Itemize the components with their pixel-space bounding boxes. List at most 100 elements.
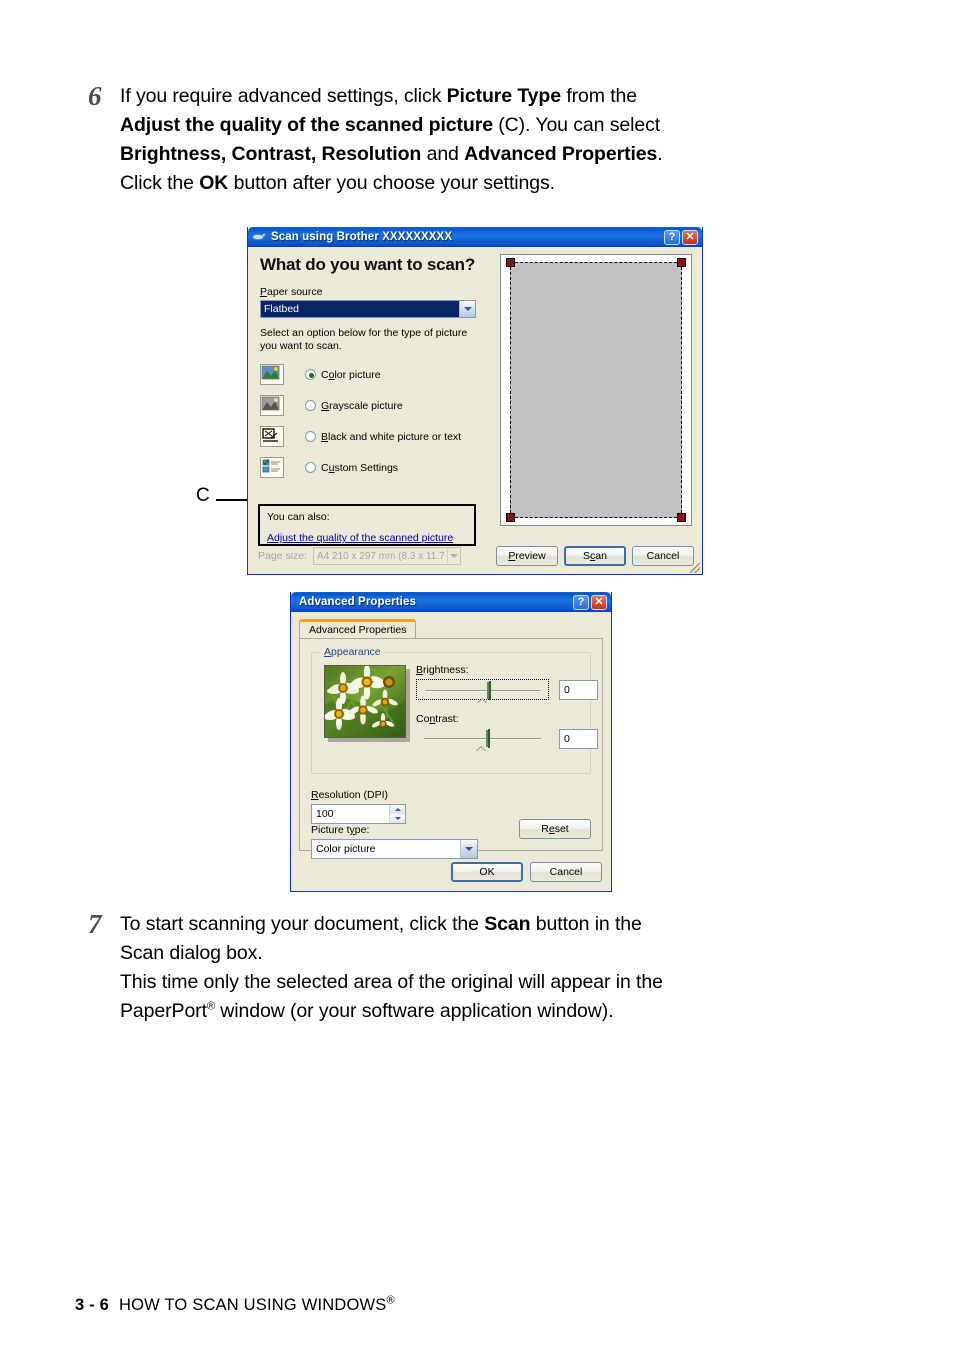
grayscale-picture-thumb-icon xyxy=(260,395,284,416)
scan-selection-area[interactable] xyxy=(506,258,686,522)
spinner-arrows[interactable] xyxy=(389,805,405,823)
paper-source-dropdown[interactable]: Flatbed xyxy=(260,300,476,318)
page-size-label: Page size: xyxy=(258,550,308,562)
close-icon[interactable]: ✕ xyxy=(591,594,607,610)
help-icon[interactable]: ? xyxy=(664,229,680,245)
brightness-row: 0 xyxy=(416,679,598,704)
resize-grip-icon[interactable] xyxy=(690,563,700,573)
brightness-control: Brightness: 0 xyxy=(416,664,598,704)
registered-mark: ® xyxy=(206,1000,215,1013)
paper-source-value: Flatbed xyxy=(261,301,459,317)
picture-type-value: Color picture xyxy=(316,843,376,855)
scan-dialog-titlebar[interactable]: Scan using Brother XXXXXXXXX ? ✕ xyxy=(248,227,702,247)
ok-button[interactable]: OK xyxy=(451,862,523,882)
reset-button[interactable]: Re set xyxy=(519,819,591,839)
selection-handle-top-left[interactable] xyxy=(506,258,515,267)
page-size-dropdown: A4 210 x 297 mm (8.3 x 11.7 inc xyxy=(313,547,462,565)
text-run: PaperPort xyxy=(120,1000,207,1022)
scan-dialog-title: Scan using Brother XXXXXXXXX xyxy=(271,231,453,243)
advanced-properties-window-controls: ? ✕ xyxy=(573,594,607,610)
scan-option-color-picture[interactable]: Color picture xyxy=(260,359,476,390)
step-7-line-3: This time only the selected area of the … xyxy=(120,968,820,997)
spin-down-icon[interactable] xyxy=(390,814,405,823)
scanner-icon xyxy=(252,231,267,244)
preview-button[interactable]: Preview xyxy=(496,546,558,566)
contrast-label: Contrast: xyxy=(416,713,459,725)
reset-button-wrap: Re set xyxy=(519,819,591,839)
cancel-button[interactable]: Cancel xyxy=(632,546,694,566)
scan-preview-pane[interactable] xyxy=(500,254,692,526)
contrast-value-field[interactable]: 0 xyxy=(559,728,598,749)
footer-page-number: 3 - 6 xyxy=(75,1296,110,1314)
text-run: This time only the selected area of the … xyxy=(120,971,663,993)
chevron-down-icon[interactable] xyxy=(459,301,475,317)
step-7-text: To start scanning your document, click t… xyxy=(120,910,820,1026)
selection-handle-bottom-left[interactable] xyxy=(506,513,515,522)
accel-char: P xyxy=(260,286,268,298)
scan-option-label: Custom Settings xyxy=(321,461,399,474)
radio-custom-settings[interactable] xyxy=(305,462,316,473)
picture-type-label: Picture type: xyxy=(311,824,370,836)
step-7-number: 7 xyxy=(88,909,102,939)
brightness-value-field[interactable]: 0 xyxy=(559,679,598,700)
chevron-down-icon[interactable] xyxy=(460,840,477,858)
text-run: If you require advanced settings, click xyxy=(120,85,447,107)
resolution-field-group: Resolution (DPI) 100 xyxy=(311,789,406,824)
close-icon[interactable]: ✕ xyxy=(682,229,698,245)
appearance-group: Appearance Brightness: 0 Contrast: 0 xyxy=(311,646,598,774)
scan-option-label: Color picture xyxy=(321,368,381,381)
scan-option-black-and-white[interactable]: Black and white picture or text xyxy=(260,421,476,452)
contrast-control: Contrast: 0 xyxy=(416,713,598,752)
callout-label-c: C xyxy=(196,485,210,506)
scan-dialog-window-controls: ? ✕ xyxy=(664,229,698,245)
text-run: from the xyxy=(561,85,638,107)
brightness-slider-thumb[interactable] xyxy=(477,681,491,704)
contrast-slider[interactable] xyxy=(416,728,549,752)
step-7-line-4: PaperPort® window (or your software appl… xyxy=(120,997,820,1026)
step-6: 6 If you require advanced settings, clic… xyxy=(88,82,820,198)
contrast-slider-thumb[interactable] xyxy=(476,729,490,752)
radio-black-and-white[interactable] xyxy=(305,431,316,442)
help-icon[interactable]: ? xyxy=(573,594,589,610)
step-6-number: 6 xyxy=(88,81,102,111)
radio-grayscale-picture[interactable] xyxy=(305,400,316,411)
picture-type-dropdown[interactable]: Color picture xyxy=(311,839,478,859)
scan-instruction-text: Select an option below for the type of p… xyxy=(260,327,468,352)
step-7-line-2: Scan dialog box. xyxy=(120,939,820,968)
resolution-spinner[interactable]: 100 xyxy=(311,804,406,824)
color-picture-thumb-icon xyxy=(260,364,284,385)
scan-option-custom-settings[interactable]: Custom Settings xyxy=(260,452,476,483)
resolution-value: 100 xyxy=(316,808,334,820)
footer-title: HOW TO SCAN USING WINDOWS xyxy=(119,1296,387,1314)
scan-dialog-heading: What do you want to scan? xyxy=(260,255,476,274)
advanced-properties-titlebar[interactable]: Advanced Properties ? ✕ xyxy=(291,592,611,612)
radio-color-picture[interactable] xyxy=(305,369,316,380)
scan-option-label: Grayscale picture xyxy=(321,399,403,412)
text-run-bold: Brightness, Contrast, Resolution xyxy=(120,143,422,165)
spin-up-icon[interactable] xyxy=(390,805,405,814)
text-run: button in the xyxy=(530,913,642,935)
advanced-properties-tabpage: Appearance Brightness: 0 Contrast: 0 Res… xyxy=(299,638,603,859)
step-6-text: If you require advanced settings, click … xyxy=(120,82,820,198)
step-6-line-4: Click the OK button after you choose you… xyxy=(120,169,820,198)
custom-settings-thumb-icon xyxy=(260,457,284,478)
advanced-properties-title: Advanced Properties xyxy=(299,596,416,608)
text-run: Scan dialog box. xyxy=(120,942,263,964)
selection-handle-top-right[interactable] xyxy=(677,258,686,267)
you-can-also-label: You can also: xyxy=(267,511,330,523)
adjust-quality-box: You can also: Adjust the quality of the … xyxy=(258,504,476,546)
advanced-properties-window: Advanced Properties ? ✕ Advanced Propert… xyxy=(290,592,612,892)
footer-registered-mark: ® xyxy=(386,1294,395,1307)
adjust-quality-link[interactable]: Adjust the quality of the scanned pictur… xyxy=(267,532,453,544)
contrast-row: 0 xyxy=(416,728,598,752)
tab-advanced-properties[interactable]: Advanced Properties xyxy=(299,619,417,638)
picture-type-field-group: Picture type: Color picture xyxy=(311,824,478,859)
advanced-cancel-button[interactable]: Cancel xyxy=(530,862,602,882)
advanced-properties-footer: OK Cancel xyxy=(291,862,602,882)
scan-option-label: Black and white picture or text xyxy=(321,430,462,443)
brightness-slider[interactable] xyxy=(416,679,549,704)
scan-option-grayscale-picture[interactable]: Grayscale picture xyxy=(260,390,476,421)
selection-handle-bottom-right[interactable] xyxy=(677,513,686,522)
scan-button[interactable]: Sc an xyxy=(564,546,626,566)
scan-dialog-body: What do you want to scan? Paper source F… xyxy=(248,247,702,574)
